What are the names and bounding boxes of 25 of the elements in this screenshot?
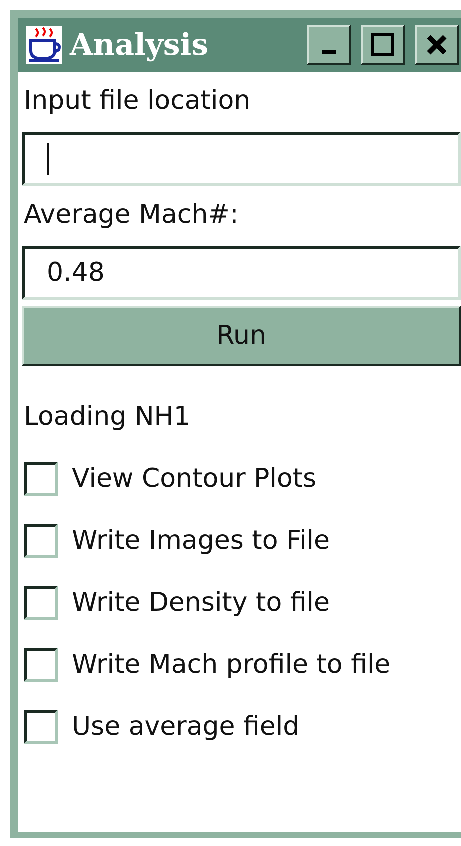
maximize-button[interactable]: [361, 25, 405, 65]
text-cursor: [47, 143, 49, 175]
window-title: Analysis: [70, 28, 210, 62]
minimize-icon: [322, 50, 336, 54]
checkbox[interactable]: [24, 710, 58, 744]
coffee-cup-icon: [26, 26, 62, 64]
maximize-icon: [371, 33, 395, 57]
run-button[interactable]: Run: [22, 306, 461, 366]
minimize-button[interactable]: [307, 25, 351, 65]
field-label: Input file location: [24, 85, 252, 118]
checkbox-label: Use average field: [72, 711, 300, 744]
checkbox[interactable]: [24, 462, 58, 496]
input-field[interactable]: [22, 132, 461, 186]
checkbox[interactable]: [24, 524, 58, 558]
checkbox[interactable]: [24, 586, 58, 620]
checkbox-label: View Contour Plots: [72, 463, 317, 496]
close-button[interactable]: [415, 25, 459, 65]
input-field[interactable]: 0.48: [22, 246, 461, 300]
close-icon: [426, 34, 448, 56]
checkbox-label: Write Density to file: [72, 587, 330, 620]
status-text: Loading NH1: [24, 401, 192, 434]
checkbox[interactable]: [24, 648, 58, 682]
field-label: Average Mach#:: [24, 199, 240, 232]
checkbox-label: Write Images to File: [72, 525, 330, 558]
checkbox-label: Write Mach profile to file: [72, 649, 391, 682]
